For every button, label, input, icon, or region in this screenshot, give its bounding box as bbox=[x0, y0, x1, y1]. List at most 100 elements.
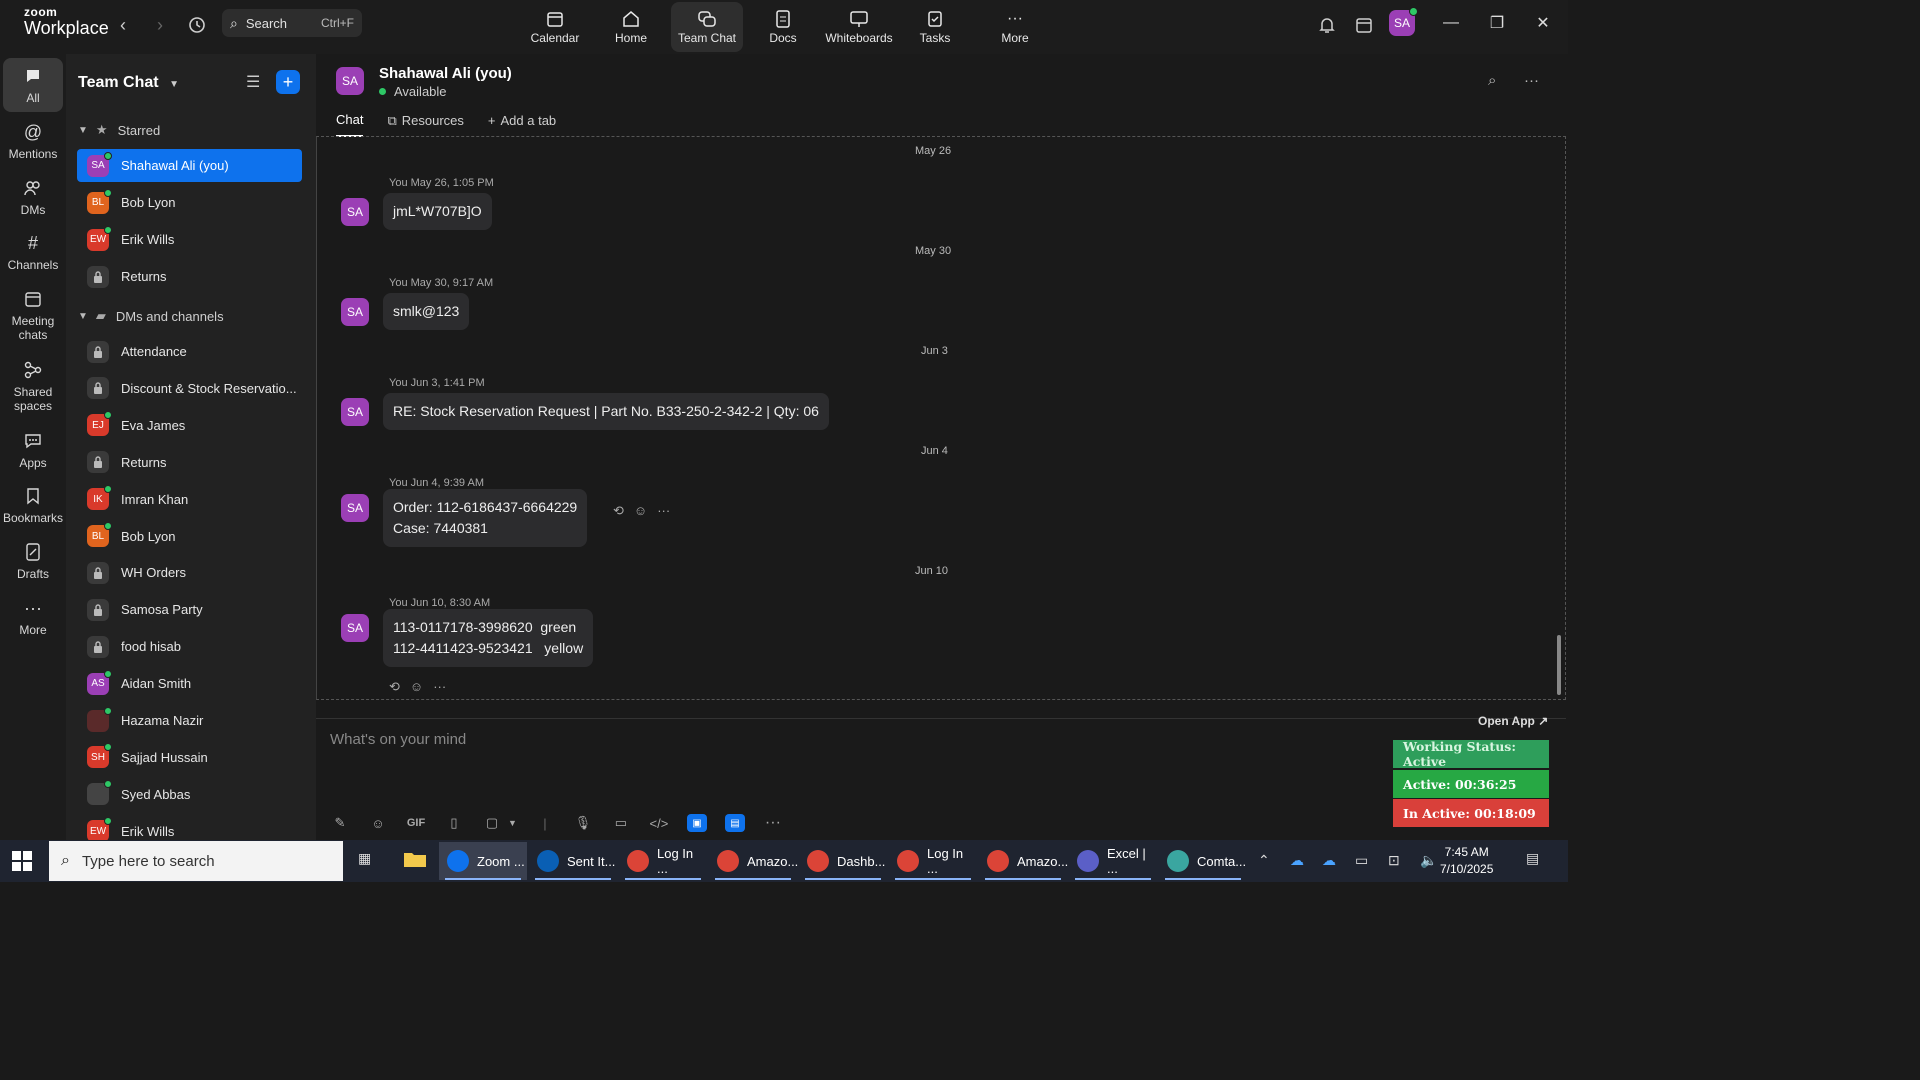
minimize-button[interactable]: — bbox=[1436, 10, 1466, 36]
rail-drafts[interactable]: Drafts bbox=[3, 540, 63, 582]
gif-button[interactable]: GIF bbox=[406, 813, 426, 833]
whiteboard-app-icon[interactable]: ▤ bbox=[724, 814, 745, 832]
reply-icon[interactable]: ⟲ bbox=[389, 679, 400, 695]
add-tab-button[interactable]: + Add a tab bbox=[488, 112, 556, 137]
more-dots-icon[interactable]: ··· bbox=[657, 503, 670, 519]
taskbar-app[interactable]: Comta... bbox=[1159, 842, 1247, 880]
tab-chat[interactable]: Chat bbox=[336, 112, 364, 137]
rail-dms[interactable]: DMs bbox=[3, 176, 63, 218]
sidebar-item[interactable]: food hisab bbox=[77, 630, 302, 663]
message-avatar[interactable]: SA bbox=[341, 398, 369, 426]
rail-mentions[interactable]: @ Mentions bbox=[3, 120, 63, 162]
message-avatar[interactable]: SA bbox=[341, 298, 369, 326]
sidebar-item[interactable]: SH Sajjad Hussain bbox=[77, 741, 302, 774]
history-icon[interactable] bbox=[184, 12, 210, 38]
network-icon[interactable]: ⊡ bbox=[1388, 852, 1400, 869]
message-avatar[interactable]: SA bbox=[341, 614, 369, 642]
taskbar-app[interactable]: Log In ... bbox=[619, 842, 707, 880]
section-starred[interactable]: ▼ ★ Starred bbox=[78, 122, 160, 138]
sidebar-item[interactable]: Attendance bbox=[77, 335, 302, 368]
search-icon[interactable]: ⌕ bbox=[1488, 72, 1496, 89]
bell-icon[interactable] bbox=[1314, 12, 1340, 38]
profile-avatar[interactable]: SA bbox=[1389, 7, 1418, 36]
more-dots-icon[interactable]: ··· bbox=[763, 813, 783, 833]
file-explorer-icon[interactable] bbox=[403, 849, 427, 872]
clock[interactable]: 7:45 AM 7/10/2025 bbox=[1440, 844, 1493, 878]
taskbar-app[interactable]: Zoom ... bbox=[439, 842, 527, 880]
rail-channels[interactable]: # Channels bbox=[3, 231, 63, 273]
message-list[interactable]: May 26 You May 26, 1:05 PM SA jmL*W707B]O Ma… bbox=[316, 136, 1566, 700]
tab-resources[interactable]: ⧉ Resources bbox=[387, 112, 463, 137]
more-dots-icon[interactable]: ··· bbox=[433, 679, 446, 695]
notifications-icon[interactable]: ▤ bbox=[1526, 850, 1539, 867]
emoji-icon[interactable]: ☺ bbox=[368, 813, 388, 833]
sidebar-item[interactable]: Returns bbox=[77, 260, 302, 293]
search-button[interactable]: ⌕ Search Ctrl+F bbox=[222, 9, 362, 37]
zoom-app-icon[interactable]: ▣ bbox=[686, 814, 707, 832]
message-bubble[interactable]: RE: Stock Reservation Request | Part No.… bbox=[383, 393, 829, 430]
taskbar-app[interactable]: Amazo... bbox=[979, 842, 1068, 880]
screenshot-icon[interactable]: ▢ bbox=[482, 813, 502, 833]
reaction-icon[interactable]: ☺ bbox=[410, 679, 423, 695]
code-icon[interactable]: </> bbox=[649, 813, 669, 833]
sidebar-item[interactable]: EW Erik Wills bbox=[77, 815, 302, 840]
calendar-status-icon[interactable] bbox=[1351, 12, 1377, 38]
composer-placeholder[interactable]: What's on your mind bbox=[330, 731, 466, 748]
taskbar-search[interactable]: ⌕ Type here to search bbox=[49, 841, 343, 881]
section-dms-channels[interactable]: ▼ ▰ DMs and channels bbox=[78, 308, 224, 324]
sidebar-item[interactable]: BL Bob Lyon bbox=[77, 186, 302, 219]
sidebar-item[interactable]: SA Shahawal Ali (you) bbox=[77, 149, 302, 182]
rail-apps[interactable]: Apps bbox=[3, 429, 63, 471]
rail-all[interactable]: All bbox=[3, 58, 63, 112]
sidebar-item[interactable]: WH Orders bbox=[77, 556, 302, 589]
message-bubble[interactable]: Order: 112-6186437-6664229 Case: 7440381 bbox=[383, 489, 588, 547]
reaction-icon[interactable]: ☺ bbox=[634, 503, 647, 519]
sidebar-item[interactable]: IK Imran Khan bbox=[77, 483, 302, 516]
nav-calendar[interactable]: Calendar bbox=[519, 2, 591, 52]
sidebar-item[interactable]: Hazama Nazir bbox=[77, 704, 302, 737]
forward-icon[interactable]: › bbox=[147, 12, 173, 38]
more-options-icon[interactable]: ··· bbox=[1524, 72, 1539, 89]
new-chat-button[interactable]: + bbox=[276, 70, 300, 94]
message-composer[interactable]: What's on your mind ✎ ☺ GIF ▯ ▢ ▼ | 🎙 ▭ … bbox=[316, 718, 1566, 840]
nav-tasks[interactable]: Tasks bbox=[899, 2, 971, 52]
sidebar-item[interactable]: AS Aidan Smith bbox=[77, 667, 302, 700]
taskbar-app[interactable]: Excel | ... bbox=[1069, 842, 1157, 880]
sidebar-item[interactable]: Returns bbox=[77, 446, 302, 479]
message-avatar[interactable]: SA bbox=[341, 494, 369, 522]
taskbar-app[interactable]: Dashb... bbox=[799, 842, 887, 880]
sidebar-item[interactable]: BL Bob Lyon bbox=[77, 520, 302, 553]
onedrive-icon[interactable]: ☁ bbox=[1290, 852, 1304, 869]
taskbar-app[interactable]: Log In ... bbox=[889, 842, 977, 880]
onedrive-icon-2[interactable]: ☁ bbox=[1322, 852, 1336, 869]
nav-home[interactable]: Home bbox=[595, 2, 667, 52]
microphone-icon[interactable]: 🎙 bbox=[573, 813, 593, 833]
message-bubble[interactable]: smlk@123 bbox=[383, 293, 470, 330]
format-icon[interactable]: ✎ bbox=[330, 813, 350, 833]
sidebar-item[interactable]: EW Erik Wills bbox=[77, 223, 302, 256]
back-icon[interactable]: ‹ bbox=[110, 12, 136, 38]
rail-meeting-chats[interactable]: Meeting chats bbox=[3, 287, 63, 343]
reply-icon[interactable]: ⟲ bbox=[613, 503, 624, 519]
task-view-icon[interactable]: ▦ bbox=[358, 850, 371, 867]
taskbar-app[interactable]: Sent It... bbox=[529, 842, 617, 880]
maximize-button[interactable]: ❐ bbox=[1482, 10, 1512, 36]
chevron-up-icon[interactable]: ⌃ bbox=[1258, 852, 1270, 869]
scrollbar[interactable] bbox=[1557, 635, 1561, 695]
chevron-down-icon[interactable]: ▼ bbox=[508, 813, 517, 833]
sidebar-item[interactable]: Samosa Party bbox=[77, 593, 302, 626]
battery-icon[interactable]: ▭ bbox=[1355, 852, 1368, 869]
nav-whiteboards[interactable]: Whiteboards bbox=[823, 2, 895, 52]
message-bubble[interactable]: jmL*W707B]O bbox=[383, 193, 492, 230]
sidebar-item[interactable]: Discount & Stock Reservatio... bbox=[77, 372, 302, 405]
sidebar-title[interactable]: Team Chat ▼ bbox=[78, 74, 179, 92]
chat-avatar[interactable]: SA bbox=[336, 67, 364, 95]
video-icon[interactable]: ▭ bbox=[611, 813, 631, 833]
filter-icon[interactable]: ☰ bbox=[246, 72, 260, 92]
sidebar-item[interactable]: EJ Eva James bbox=[77, 409, 302, 442]
message-avatar[interactable]: SA bbox=[341, 198, 369, 226]
nav-docs[interactable]: Docs bbox=[747, 2, 819, 52]
chat-title[interactable]: Shahawal Ali (you) bbox=[379, 65, 512, 82]
message-bubble[interactable]: 113-0117178-3998620 green 112-4411423-95… bbox=[383, 609, 594, 667]
windows-start-icon[interactable] bbox=[12, 851, 32, 876]
